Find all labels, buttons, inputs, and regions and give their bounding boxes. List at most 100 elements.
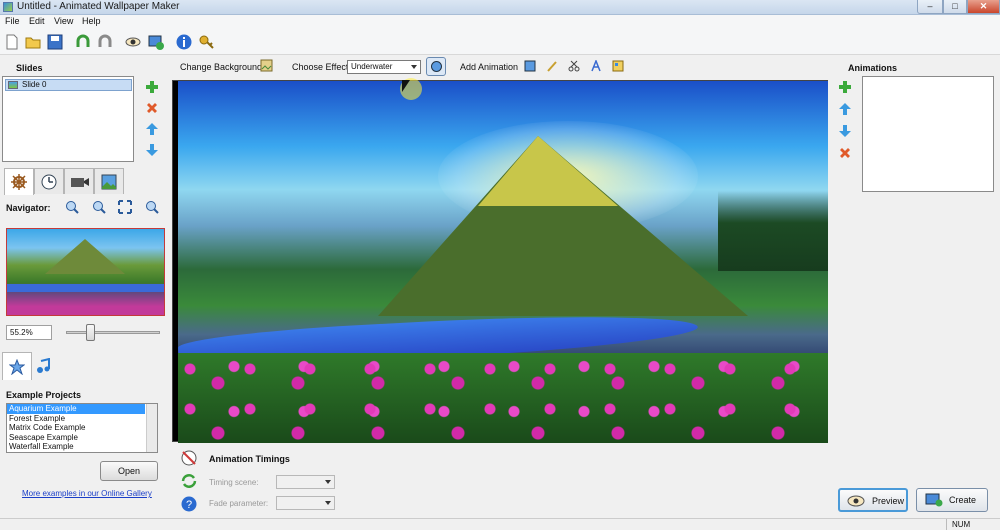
new-file-icon[interactable] <box>3 33 21 51</box>
title-bar: Untitled - Animated Wallpaper Maker – □ … <box>0 0 1000 15</box>
chevron-down-icon <box>325 480 331 484</box>
list-item[interactable]: Matrix Code Example <box>7 423 157 433</box>
ship-wheel-icon <box>11 174 27 190</box>
list-item[interactable]: Aquarium Example <box>7 404 145 414</box>
tab-favorites[interactable] <box>2 352 32 380</box>
delete-slide-icon[interactable] <box>145 101 159 115</box>
music-note-icon <box>37 358 50 373</box>
apply-effect-button[interactable] <box>426 57 446 76</box>
move-animation-up-icon[interactable] <box>838 102 852 116</box>
key-icon[interactable] <box>198 33 216 51</box>
move-slide-up-icon[interactable] <box>145 122 159 136</box>
tab-camera[interactable] <box>64 168 94 194</box>
timing-scene-label: Timing scene: <box>209 478 259 487</box>
info-icon[interactable] <box>175 33 193 51</box>
timing-scene-select[interactable] <box>276 475 335 489</box>
cursor-arrow-icon <box>402 80 410 92</box>
tab-navigator[interactable] <box>4 168 34 195</box>
preview-button[interactable]: Preview <box>838 488 908 512</box>
menu-bar: File Edit View Help <box>0 15 1000 29</box>
list-item[interactable]: Seascape Example <box>7 433 157 443</box>
background-image <box>178 81 828 443</box>
menu-file[interactable]: File <box>5 16 20 26</box>
add-animation-icon[interactable] <box>838 80 852 94</box>
actual-size-icon[interactable] <box>145 200 159 214</box>
create-button[interactable]: Create <box>916 488 988 512</box>
example-list-scrollbar[interactable] <box>146 404 157 452</box>
effect-select[interactable]: Underwater <box>347 60 421 74</box>
slides-list[interactable]: Slide 0 <box>2 76 134 162</box>
main-toolbar <box>0 29 1000 55</box>
help-icon[interactable]: ? <box>180 495 198 513</box>
fade-parameter-label: Fade parameter: <box>209 499 269 508</box>
preview-eye-icon[interactable] <box>124 33 142 51</box>
zoom-slider-thumb[interactable] <box>86 324 96 341</box>
close-button[interactable]: ✕ <box>967 0 1000 14</box>
move-animation-down-icon[interactable] <box>838 124 852 138</box>
scissors-icon[interactable] <box>568 60 580 72</box>
chevron-down-icon <box>411 65 417 69</box>
window-title: Untitled - Animated Wallpaper Maker <box>17 1 180 12</box>
create-label: Create <box>949 495 977 505</box>
slide-thumbnail-icon <box>8 81 18 89</box>
slides-title: Slides <box>16 63 43 73</box>
list-item[interactable]: Waterfall Example <box>7 442 157 452</box>
refresh-icon[interactable] <box>180 472 198 490</box>
tab-image[interactable] <box>94 168 124 194</box>
minimize-button[interactable]: – <box>917 0 943 14</box>
brush-icon[interactable] <box>546 60 558 72</box>
example-projects-list[interactable]: Aquarium Example Forest Example Matrix C… <box>6 403 158 453</box>
delete-animation-icon[interactable] <box>838 146 852 160</box>
zoom-slider-track[interactable] <box>66 331 160 334</box>
effect-select-value: Underwater <box>351 62 393 71</box>
menu-help[interactable]: Help <box>82 16 101 26</box>
menu-view[interactable]: View <box>54 16 73 26</box>
export-icon[interactable] <box>147 33 165 51</box>
scene-flowers <box>178 353 828 443</box>
zoom-in-icon[interactable] <box>65 200 79 214</box>
zoom-level-field[interactable]: 55.2% <box>6 325 52 340</box>
add-slide-icon[interactable] <box>145 80 159 94</box>
left-tabstrip-lower <box>0 352 168 380</box>
slide-item[interactable]: Slide 0 <box>5 79 132 91</box>
choose-effect-label: Choose Effect: <box>292 62 351 72</box>
tab-music[interactable] <box>32 352 62 380</box>
fade-parameter-select[interactable] <box>276 496 335 510</box>
navigator-label: Navigator: <box>6 203 51 213</box>
clock-icon <box>41 174 57 190</box>
open-folder-icon[interactable] <box>24 33 42 51</box>
wallpaper-canvas[interactable] <box>172 80 828 443</box>
example-projects-title: Example Projects <box>6 390 82 400</box>
redo-icon[interactable] <box>96 33 114 51</box>
scene-trees <box>718 191 828 271</box>
undo-icon[interactable] <box>74 33 92 51</box>
list-item[interactable]: Forest Example <box>7 414 157 424</box>
change-background-label[interactable]: Change Background <box>180 62 262 72</box>
change-background-icon[interactable] <box>260 59 273 72</box>
scene-peak <box>478 136 618 206</box>
num-lock-indicator: NUM <box>946 519 1000 530</box>
move-slide-down-icon[interactable] <box>145 143 159 157</box>
sprite-icon[interactable] <box>612 60 624 72</box>
effect-settings-icon <box>431 61 442 72</box>
tab-timer[interactable] <box>34 168 64 194</box>
svg-text:?: ? <box>186 499 192 511</box>
online-gallery-link[interactable]: More examples in our Online Gallery <box>22 489 152 498</box>
effect-toolbar: Change Background Choose Effect: Underwa… <box>170 56 828 78</box>
open-button[interactable]: Open <box>100 461 158 481</box>
camera-icon <box>71 178 89 187</box>
zoom-out-icon[interactable] <box>92 200 106 214</box>
app-icon <box>3 2 13 12</box>
menu-edit[interactable]: Edit <box>29 16 45 26</box>
add-image-animation-icon[interactable] <box>524 60 536 72</box>
fit-to-window-icon[interactable] <box>118 200 132 214</box>
text-icon[interactable] <box>590 60 602 72</box>
mouse-cursor <box>400 78 422 100</box>
animation-timings-title: Animation Timings <box>209 454 290 464</box>
navigator-preview[interactable] <box>6 228 165 316</box>
left-tabstrip <box>0 168 168 195</box>
animations-list[interactable] <box>862 76 994 192</box>
create-monitor-icon <box>925 493 943 507</box>
maximize-button[interactable]: □ <box>943 0 967 14</box>
save-icon[interactable] <box>46 33 64 51</box>
